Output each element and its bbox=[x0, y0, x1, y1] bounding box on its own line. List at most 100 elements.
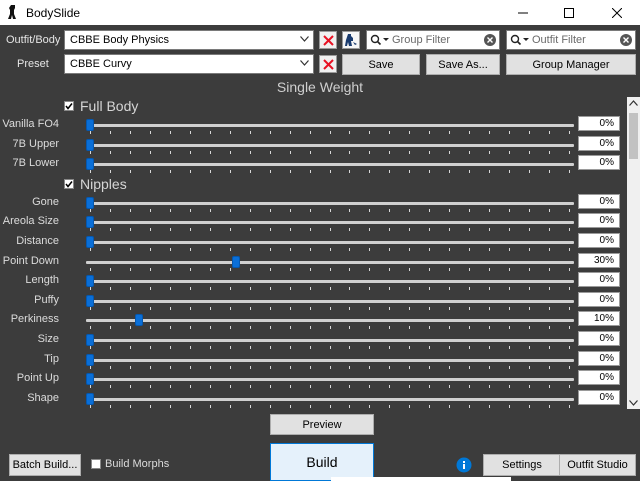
slider-value-input[interactable]: 0% bbox=[578, 213, 620, 229]
close-button[interactable] bbox=[594, 0, 640, 25]
slider-track[interactable] bbox=[86, 319, 574, 323]
slider-track[interactable] bbox=[86, 339, 574, 342]
group-filter-input[interactable]: Group Filter bbox=[366, 30, 500, 50]
slider-thumb[interactable] bbox=[86, 158, 94, 171]
build-morphs-checkbox[interactable]: Build Morphs bbox=[91, 458, 169, 470]
slider-track[interactable] bbox=[86, 378, 574, 382]
slider-thumb[interactable] bbox=[86, 334, 94, 346]
slider-ticks bbox=[90, 404, 570, 408]
slider-ticks bbox=[90, 248, 570, 251]
slider-label: Shape bbox=[27, 391, 59, 404]
category-checkbox[interactable] bbox=[64, 101, 74, 111]
slider-label: Perkiness bbox=[10, 313, 59, 326]
window-title: BodySlide bbox=[26, 6, 81, 20]
scroll-down-icon[interactable] bbox=[629, 400, 638, 406]
slider-value-input[interactable]: 10% bbox=[578, 311, 620, 327]
slider-label: Gone bbox=[32, 195, 59, 208]
slider-track[interactable] bbox=[86, 397, 574, 401]
minimize-button[interactable] bbox=[500, 0, 546, 25]
slider-thumb[interactable] bbox=[134, 314, 143, 327]
slider-thumb[interactable] bbox=[86, 196, 94, 209]
slider-track[interactable] bbox=[86, 358, 574, 362]
outfit-filter-input[interactable]: Outfit Filter bbox=[506, 30, 636, 50]
outfit-select[interactable]: CBBE Body Physics bbox=[64, 30, 314, 50]
clear-circle-icon[interactable] bbox=[484, 34, 496, 46]
slider-value-input[interactable]: 0% bbox=[578, 233, 620, 248]
slider-track[interactable] bbox=[86, 201, 574, 205]
category-header[interactable]: Nipples bbox=[64, 175, 127, 193]
slider-track[interactable] bbox=[86, 163, 574, 167]
slider-thumb[interactable] bbox=[86, 236, 94, 248]
category-checkbox[interactable] bbox=[64, 178, 74, 189]
slider-value-input[interactable]: 30% bbox=[578, 252, 620, 268]
remove-outfit-button[interactable] bbox=[319, 31, 337, 49]
slider-value-input[interactable]: 0% bbox=[578, 350, 620, 366]
slider-track[interactable] bbox=[86, 143, 574, 147]
remove-preset-button[interactable] bbox=[319, 55, 337, 73]
slider-value-input[interactable]: 0% bbox=[578, 389, 620, 405]
slider-value-input[interactable]: 0% bbox=[578, 155, 620, 171]
clear-circle-icon[interactable] bbox=[620, 34, 632, 46]
preset-select[interactable]: CBBE Curvy bbox=[64, 54, 314, 74]
slider-thumb[interactable] bbox=[86, 353, 94, 366]
maximize-button[interactable] bbox=[546, 0, 592, 25]
slider-value-input[interactable]: 0% bbox=[578, 135, 620, 151]
slider-label: Puffy bbox=[34, 293, 59, 306]
info-icon[interactable] bbox=[456, 457, 472, 473]
slider-ticks bbox=[90, 287, 570, 291]
slider-thumb[interactable] bbox=[86, 216, 94, 229]
red-x-icon bbox=[322, 58, 334, 70]
slider-row: Size 0% bbox=[0, 330, 625, 349]
slider-thumb[interactable] bbox=[232, 255, 241, 268]
slider-row: Point Down 30% bbox=[0, 252, 625, 271]
category-header[interactable]: Full Body bbox=[64, 97, 138, 115]
batch-build-button[interactable]: Batch Build... bbox=[9, 454, 81, 476]
slider-row: Vanilla FO4 0% bbox=[0, 115, 625, 134]
slider-track[interactable] bbox=[86, 221, 574, 225]
slider-label: 7B Upper bbox=[12, 137, 59, 150]
slider-thumb[interactable] bbox=[86, 275, 94, 288]
slider-thumb[interactable] bbox=[86, 392, 94, 405]
slider-thumb[interactable] bbox=[86, 373, 94, 386]
slider-label: 7B Lower bbox=[12, 157, 59, 170]
pose-button[interactable] bbox=[342, 31, 360, 49]
slider-thumb[interactable] bbox=[86, 294, 94, 307]
save-button[interactable]: Save bbox=[342, 54, 420, 75]
slider-ticks bbox=[90, 326, 570, 330]
vertical-scrollbar[interactable] bbox=[627, 97, 640, 409]
outfit-select-value: CBBE Body Physics bbox=[70, 34, 170, 46]
slider-value-input[interactable]: 0% bbox=[578, 370, 620, 386]
preview-button[interactable]: Preview bbox=[270, 414, 374, 435]
close-icon bbox=[612, 7, 622, 18]
slider-ticks bbox=[90, 385, 570, 389]
slider-value-input[interactable]: 0% bbox=[578, 272, 620, 288]
settings-button[interactable]: Settings bbox=[483, 454, 561, 476]
save-as-button[interactable]: Save As... bbox=[426, 54, 500, 75]
slider-track[interactable] bbox=[86, 260, 574, 264]
slider-row: Shape 0% bbox=[0, 389, 625, 408]
group-filter-placeholder: Group Filter bbox=[392, 34, 451, 46]
slider-ticks bbox=[90, 150, 570, 154]
slider-value-input[interactable]: 0% bbox=[578, 331, 620, 346]
slider-thumb[interactable] bbox=[86, 138, 94, 151]
outfit-filter-placeholder: Outfit Filter bbox=[532, 34, 586, 46]
slider-label: Vanilla FO4 bbox=[2, 118, 59, 130]
status-strip bbox=[331, 477, 511, 481]
slider-ticks bbox=[90, 170, 570, 174]
group-manager-button[interactable]: Group Manager bbox=[506, 54, 636, 75]
slider-value-input[interactable]: 0% bbox=[578, 116, 620, 131]
scroll-thumb[interactable] bbox=[629, 113, 638, 159]
scroll-up-icon[interactable] bbox=[629, 100, 638, 106]
slider-value-input[interactable]: 0% bbox=[578, 193, 620, 209]
slider-row: 7B Upper 0% bbox=[0, 135, 625, 154]
slider-track[interactable] bbox=[86, 299, 574, 303]
slider-track[interactable] bbox=[86, 280, 574, 284]
checkbox-box[interactable] bbox=[91, 459, 101, 469]
slider-thumb[interactable] bbox=[86, 119, 94, 131]
slider-value-input[interactable]: 0% bbox=[578, 291, 620, 307]
build-button[interactable]: Build bbox=[270, 443, 374, 481]
maximize-icon bbox=[564, 7, 574, 18]
outfit-studio-button[interactable]: Outfit Studio bbox=[559, 454, 636, 476]
slider-track[interactable] bbox=[86, 241, 574, 244]
slider-track[interactable] bbox=[86, 124, 574, 127]
